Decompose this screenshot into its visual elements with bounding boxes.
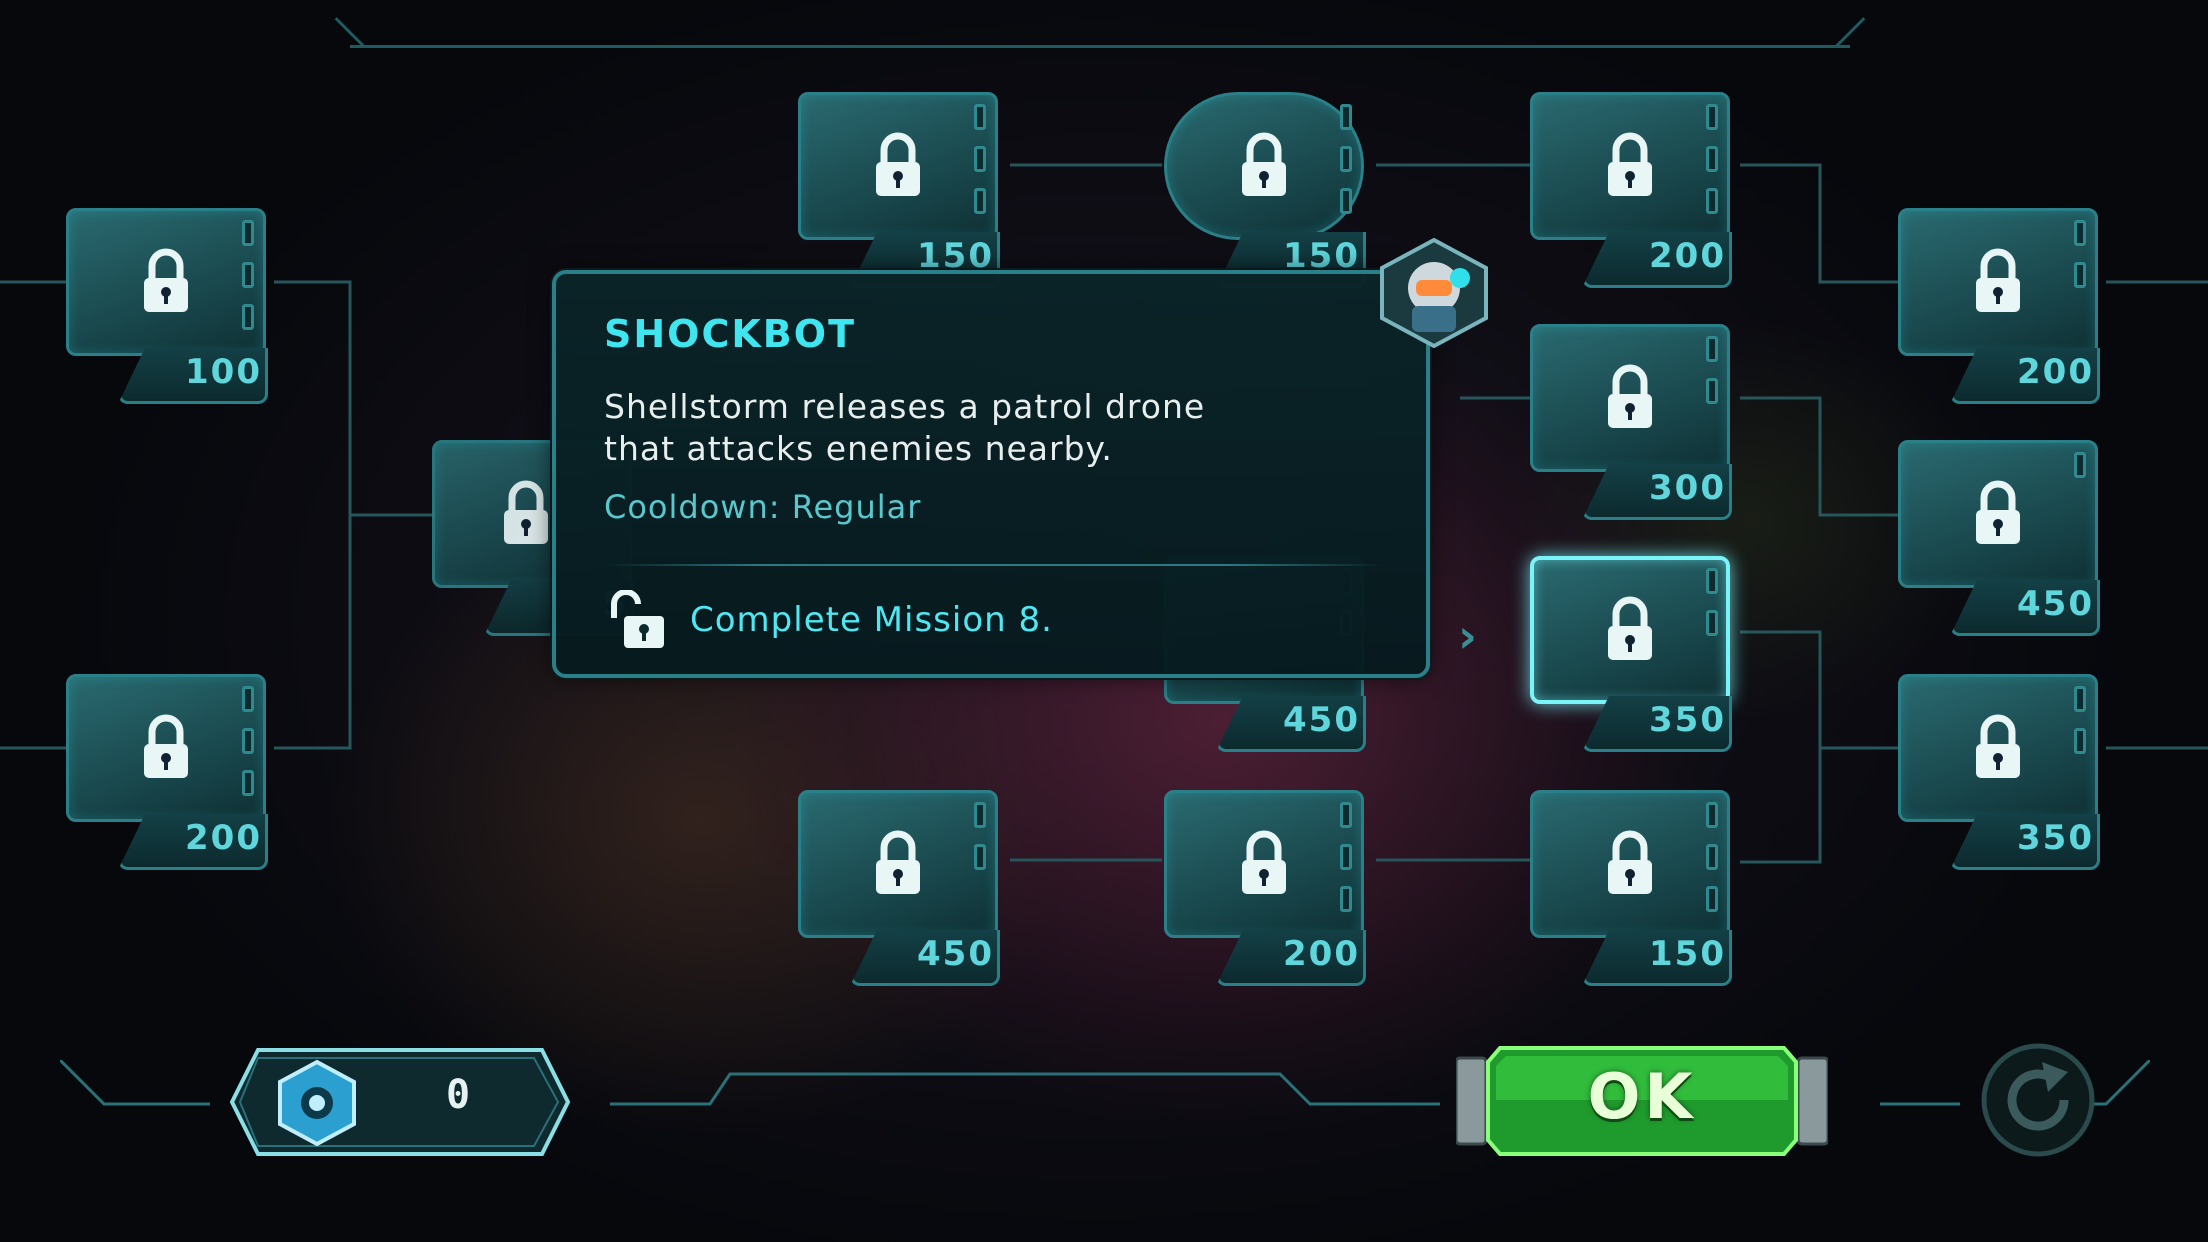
chevron-right-icon: › — [1458, 609, 1477, 663]
skill-node[interactable]: 150 — [1530, 790, 1740, 990]
node-cost: 350 — [2017, 818, 2094, 858]
lock-icon — [1242, 830, 1286, 894]
lock-icon — [504, 480, 548, 544]
divider — [604, 564, 1384, 566]
skill-description-line: Shellstorm releases a patrol drone — [604, 387, 1206, 426]
node-cost: 200 — [1649, 236, 1726, 276]
rank-pips — [2074, 220, 2092, 304]
node-cost: 450 — [917, 934, 994, 974]
skill-node[interactable]: 200 — [66, 674, 276, 874]
skill-node[interactable]: 450 — [798, 790, 1008, 990]
ok-button-label: OK — [1587, 1060, 1697, 1133]
skill-node[interactable]: 200 — [1164, 790, 1374, 990]
node-cost: 200 — [2017, 352, 2094, 392]
reset-icon — [1981, 1043, 2095, 1157]
upgrade-screen: 100 200 5 150 450 150 45 — [0, 0, 2208, 1242]
lock-icon — [1976, 480, 2020, 544]
lock-icon — [1608, 132, 1652, 196]
rank-pips — [1340, 802, 1358, 928]
rank-pips — [2074, 452, 2092, 494]
rank-pips — [242, 686, 260, 812]
lock-icon — [1976, 714, 2020, 778]
node-cost: 450 — [2017, 584, 2094, 624]
skill-node[interactable]: 150 — [1164, 92, 1374, 292]
lock-icon — [1608, 830, 1652, 894]
lock-icon — [1608, 364, 1652, 428]
rank-pips — [242, 220, 260, 346]
skill-node[interactable]: 100 — [66, 208, 276, 408]
skill-node[interactable]: 200 — [1898, 208, 2108, 408]
skill-description-line: that attacks enemies nearby. — [604, 429, 1113, 468]
skill-cooldown: Cooldown: Regular — [604, 488, 922, 526]
node-cost: 100 — [185, 352, 262, 392]
rank-pips — [974, 104, 992, 230]
skill-points-icon — [278, 1059, 356, 1147]
reset-button[interactable] — [1978, 1040, 2098, 1160]
rank-pips — [1706, 104, 1724, 230]
unlock-icon — [611, 590, 664, 648]
shockbot-portrait-icon — [1380, 238, 1488, 348]
node-cost: 450 — [1283, 700, 1360, 740]
rank-pips — [2074, 686, 2092, 770]
rank-pips — [1706, 802, 1724, 928]
skill-node[interactable]: 300 — [1530, 324, 1740, 524]
rank-pips — [1706, 336, 1724, 420]
skill-title: SHOCKBOT — [604, 312, 856, 356]
ok-button[interactable]: OK — [1456, 1034, 1828, 1168]
node-cost: 200 — [185, 818, 262, 858]
skill-description: Shellstorm releases a patrol drone that … — [604, 386, 1364, 470]
skill-node-selected[interactable]: 350 — [1530, 556, 1740, 756]
lock-icon — [1608, 596, 1652, 660]
skill-node[interactable]: 200 — [1530, 92, 1740, 292]
node-cost: 350 — [1649, 700, 1726, 740]
lock-icon — [144, 248, 188, 312]
skill-points-panel: 0 — [228, 1046, 572, 1158]
lock-icon — [144, 714, 188, 778]
rank-pips — [1340, 104, 1358, 230]
skill-node[interactable]: 150 — [798, 92, 1008, 292]
unlock-requirement: Complete Mission 8. — [690, 600, 1053, 640]
skill-tooltip: SHOCKBOT Shellstorm releases a patrol dr… — [552, 238, 1488, 678]
lock-icon — [1242, 132, 1286, 196]
node-cost: 150 — [1649, 934, 1726, 974]
skill-points-value: 0 — [445, 1072, 471, 1118]
rank-pips — [974, 802, 992, 886]
node-cost: 200 — [1283, 934, 1360, 974]
rank-pips — [1706, 568, 1724, 652]
skill-node[interactable]: 450 — [1898, 440, 2108, 640]
skill-node[interactable]: 350 — [1898, 674, 2108, 874]
lock-icon — [876, 132, 920, 196]
node-cost: 300 — [1649, 468, 1726, 508]
lock-icon — [1976, 248, 2020, 312]
lock-icon — [876, 830, 920, 894]
